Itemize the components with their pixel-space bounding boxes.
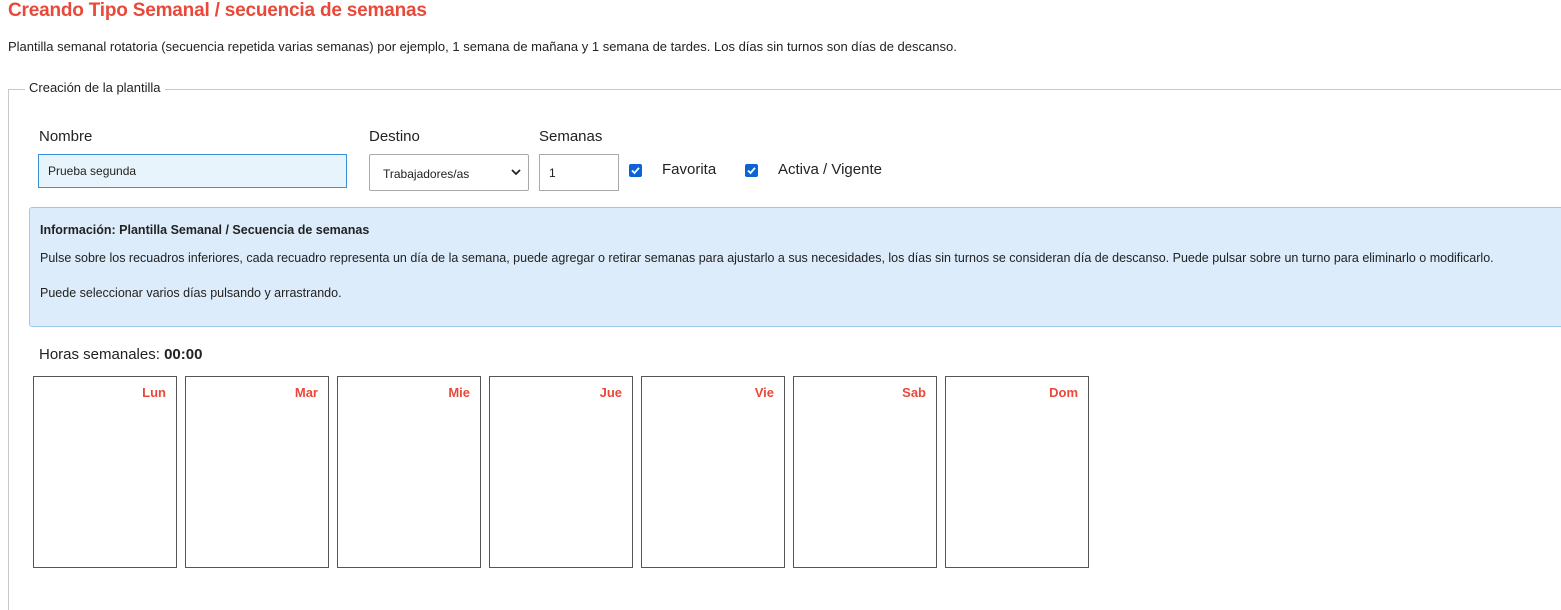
day-box-lun[interactable]: Lun bbox=[33, 376, 177, 568]
favorite-checkbox[interactable] bbox=[629, 164, 642, 177]
day-box-jue[interactable]: Jue bbox=[489, 376, 633, 568]
name-label: Nombre bbox=[39, 128, 93, 145]
day-label: Lun bbox=[142, 385, 166, 400]
active-checkbox[interactable] bbox=[745, 164, 758, 177]
name-input[interactable] bbox=[38, 154, 347, 188]
weekly-hours-value: 00:00 bbox=[164, 346, 203, 363]
fieldset-legend: Creación de la plantilla bbox=[25, 80, 165, 95]
day-box-sab[interactable]: Sab bbox=[793, 376, 937, 568]
info-title: Información: Plantilla Semanal / Secuenc… bbox=[40, 223, 370, 237]
destination-select-value: Trabajadores/as bbox=[383, 167, 470, 181]
weekly-hours: Horas semanales: 00:00 bbox=[39, 346, 202, 363]
info-paragraph: Pulse sobre los recuadros inferiores, ca… bbox=[40, 251, 1494, 265]
weeks-input[interactable] bbox=[539, 154, 619, 191]
destination-select[interactable]: Trabajadores/as bbox=[369, 154, 529, 191]
active-label: Activa / Vigente bbox=[778, 161, 882, 178]
day-label: Mie bbox=[448, 385, 470, 400]
info-paragraph: Puede seleccionar varios días pulsando y… bbox=[40, 286, 342, 300]
destination-label: Destino bbox=[369, 128, 420, 145]
page-description: Plantilla semanal rotatoria (secuencia r… bbox=[8, 39, 957, 54]
day-label: Dom bbox=[1049, 385, 1078, 400]
day-label: Jue bbox=[599, 385, 622, 400]
weekly-hours-label: Horas semanales: bbox=[39, 346, 160, 363]
checkmark-icon bbox=[631, 167, 640, 175]
day-label: Vie bbox=[754, 385, 774, 400]
day-box-mar[interactable]: Mar bbox=[185, 376, 329, 568]
page-title: Creando Tipo Semanal / secuencia de sema… bbox=[8, 0, 427, 21]
day-box-vie[interactable]: Vie bbox=[641, 376, 785, 568]
checkmark-icon bbox=[747, 167, 756, 175]
chevron-down-icon bbox=[511, 169, 521, 176]
day-box-dom[interactable]: Dom bbox=[945, 376, 1089, 568]
favorite-label: Favorita bbox=[662, 161, 717, 178]
day-box-mie[interactable]: Mie bbox=[337, 376, 481, 568]
weeks-label: Semanas bbox=[539, 128, 603, 145]
day-label: Sab bbox=[902, 385, 926, 400]
info-alert: Información: Plantilla Semanal / Secuenc… bbox=[29, 207, 1561, 327]
day-label: Mar bbox=[294, 385, 318, 400]
